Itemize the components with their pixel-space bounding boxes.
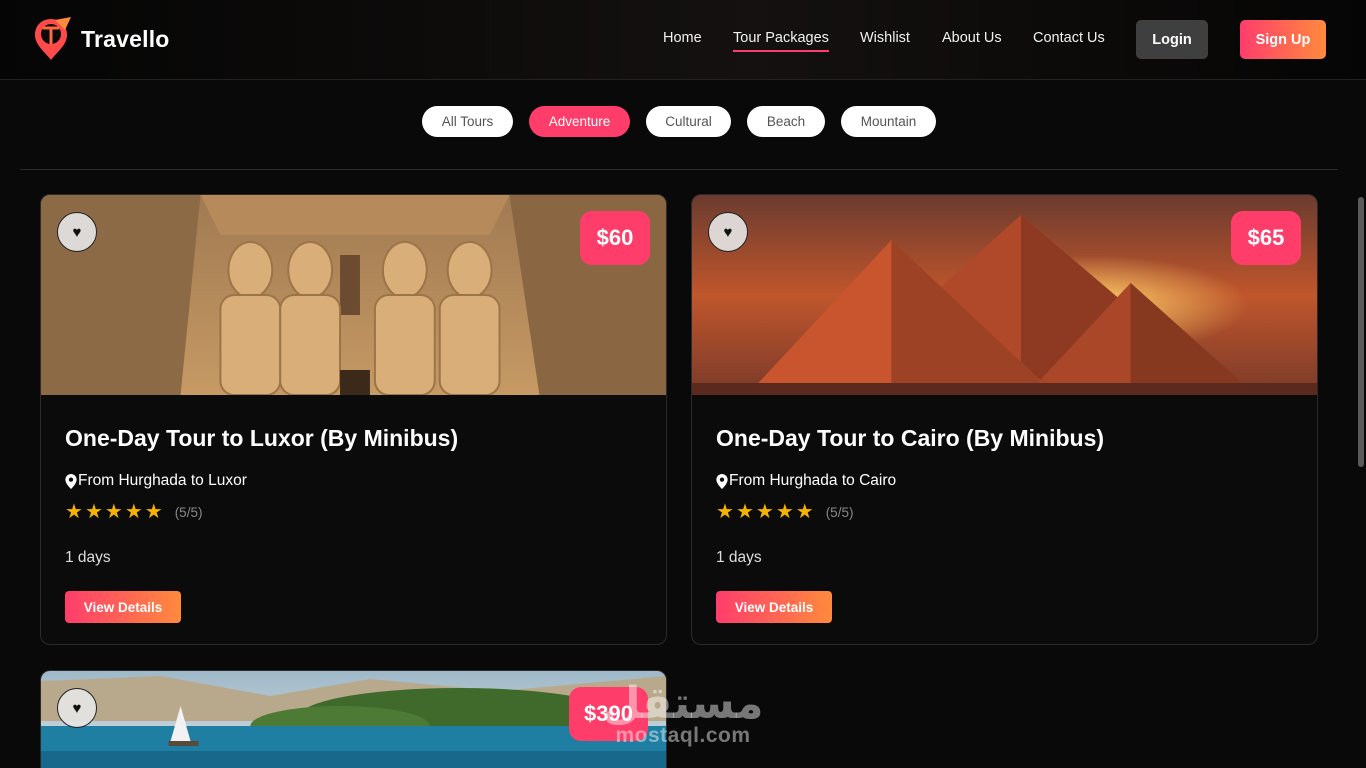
price-badge: $65 [1231,211,1301,265]
tour-route: From Hurghada to Cairo [716,472,1293,490]
tour-title: One-Day Tour to Luxor (By Minibus) [65,425,459,451]
star-icon: ★ [735,501,754,523]
filter-all-tours[interactable]: All Tours [422,106,513,137]
tour-duration: 1 days [716,549,762,566]
filter-adventure[interactable]: Adventure [529,106,630,137]
heart-icon: ♥ [72,223,82,241]
rating-text: (5/5) [825,504,854,520]
star-icon: ★ [144,501,163,523]
signup-button[interactable]: Sign Up [1240,20,1326,59]
filter-beach[interactable]: Beach [747,106,825,137]
nav-about-us[interactable]: About Us [942,30,1002,46]
tour-card-body: One-Day Tour to Luxor (By Minibus) From … [41,395,666,644]
filter-mountain[interactable]: Mountain [841,106,936,137]
star-icon: ★ [795,501,814,523]
tour-rating: ★ ★ ★ ★ ★ (5/5) [716,502,1293,522]
view-details-button[interactable]: View Details [65,591,181,623]
star-icon: ★ [84,501,103,523]
rating-text: (5/5) [174,504,203,520]
star-icon: ★ [755,501,774,523]
tour-title: One-Day Tour to Cairo (By Minibus) [716,425,1105,451]
tour-card-body: One-Day Tour to Cairo (By Minibus) From … [692,395,1317,644]
scrollbar-thumb[interactable] [1358,197,1364,467]
tour-image-luxor-temple[interactable]: ♥ $60 [41,195,666,395]
tour-route-text: From Hurghada to Cairo [729,472,897,489]
price-badge: $60 [580,211,650,265]
star-icon: ★ [65,501,83,523]
page-scrollbar[interactable] [1356,80,1366,768]
star-icon: ★ [775,501,794,523]
tour-image-cairo-pyramids[interactable]: ♥ $65 [692,195,1317,395]
star-icon: ★ [124,501,143,523]
nav-home[interactable]: Home [663,30,702,46]
category-filters: All Tours Adventure Cultural Beach Mount… [0,106,1366,137]
tour-card-cairo: ♥ $65 One-Day Tour to Cairo (By Minibus)… [691,194,1318,645]
login-button[interactable]: Login [1136,20,1208,59]
nav-wishlist[interactable]: Wishlist [860,30,910,46]
favorite-button[interactable]: ♥ [708,212,748,252]
view-details-button[interactable]: View Details [716,591,832,623]
nav-contact-us[interactable]: Contact Us [1033,30,1105,46]
map-pin-icon [65,473,77,489]
favorite-button[interactable]: ♥ [57,688,97,728]
tour-rating: ★ ★ ★ ★ ★ (5/5) [65,502,642,522]
tour-image-nile[interactable]: ♥ $390 [41,671,666,768]
map-pin-icon [716,473,728,489]
star-icon: ★ [104,501,123,523]
star-icon: ★ [716,501,734,523]
tour-route-text: From Hurghada to Luxor [78,472,247,489]
price-badge: $390 [569,687,648,741]
tour-duration: 1 days [65,549,111,566]
favorite-button[interactable]: ♥ [57,212,97,252]
tour-card-luxor: ♥ $60 One-Day Tour to Luxor (By Minibus)… [40,194,667,645]
filter-cultural[interactable]: Cultural [646,106,731,137]
heart-icon: ♥ [72,699,82,717]
tour-card-aswan: ♥ $390 [40,670,667,768]
heart-icon: ♥ [723,223,733,241]
section-divider [20,169,1338,170]
site-header: Travello Home Tour Packages Wishlist Abo… [0,0,1366,80]
nav-tour-packages[interactable]: Tour Packages [733,30,829,52]
tour-route: From Hurghada to Luxor [65,472,642,490]
